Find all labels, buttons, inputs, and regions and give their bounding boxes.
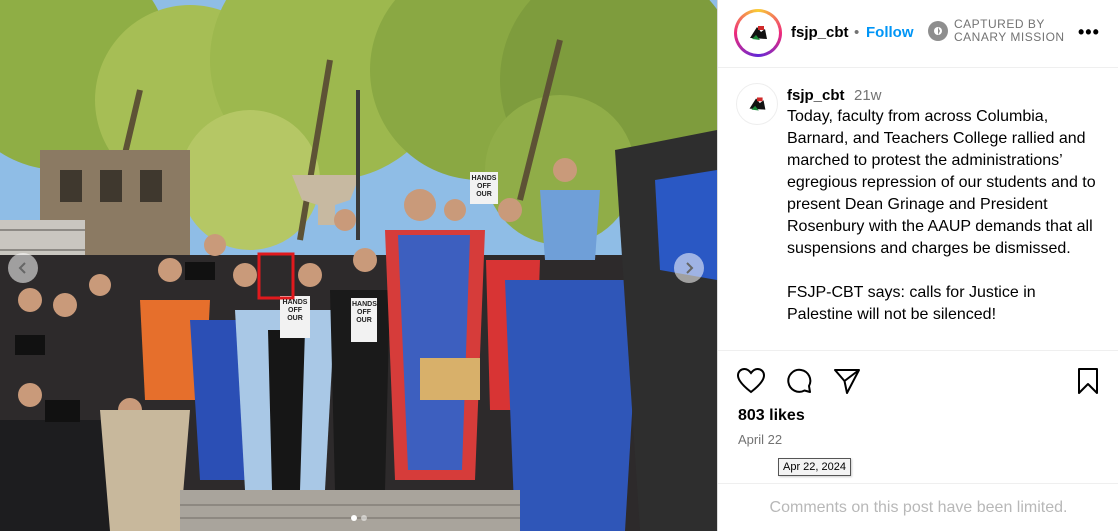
avatar-inner	[737, 12, 779, 54]
captured-line2: CANARY MISSION	[954, 30, 1065, 44]
follow-button[interactable]: Follow	[866, 24, 914, 41]
chevron-right-icon	[686, 262, 694, 274]
caption-text: Today, faculty from across Columbia, Bar…	[787, 108, 1096, 323]
avatar[interactable]	[734, 9, 782, 57]
caption-username[interactable]: fsjp_cbt	[787, 87, 845, 104]
comments-limited-notice: Comments on this post have been limited.	[769, 499, 1068, 516]
carousel-dot	[360, 515, 367, 521]
canary-logo-icon	[928, 21, 948, 41]
sign-text: HANDS OFF OUR	[282, 299, 308, 322]
action-bar	[736, 367, 1104, 395]
organization-logo	[749, 97, 766, 111]
divider	[718, 483, 1118, 484]
sign-text: HANDS OFF OUR	[352, 301, 377, 324]
caption-timestamp[interactable]: 21w	[854, 87, 882, 104]
carousel-prev-button[interactable]	[8, 253, 38, 283]
more-options-button[interactable]: •••	[1078, 22, 1100, 43]
comment-icon[interactable]	[785, 367, 813, 395]
heart-icon[interactable]	[736, 367, 766, 395]
bookmark-icon[interactable]	[1075, 367, 1101, 395]
post-header: fsjp_cbt • Follow CAPTURED BY CANARY MIS…	[718, 0, 1118, 68]
sign-text: HANDS OFF OUR	[471, 175, 497, 198]
post-username[interactable]: fsjp_cbt	[791, 24, 849, 41]
likes-count[interactable]: 803 likes	[738, 407, 805, 425]
carousel-dot	[350, 515, 357, 521]
date-tooltip: Apr 22, 2024	[778, 458, 851, 476]
separator-dot: •	[854, 24, 860, 41]
carousel-dots	[350, 515, 367, 521]
captured-by-watermark: CAPTURED BY CANARY MISSION	[928, 18, 1065, 44]
organization-logo	[745, 20, 771, 46]
chevron-left-icon	[18, 262, 26, 274]
carousel-next-button[interactable]	[674, 253, 704, 283]
post-photo[interactable]: HANDS OFF OUR HANDS OFF OUR HANDS OFF OU…	[0, 0, 717, 531]
divider	[718, 350, 1118, 351]
send-icon[interactable]	[833, 367, 861, 395]
post-date[interactable]: April 22	[738, 432, 782, 447]
protest-scene-image	[0, 0, 717, 531]
post-sidebar: fsjp_cbt • Follow CAPTURED BY CANARY MIS…	[717, 0, 1118, 531]
caption-avatar[interactable]	[736, 83, 778, 125]
